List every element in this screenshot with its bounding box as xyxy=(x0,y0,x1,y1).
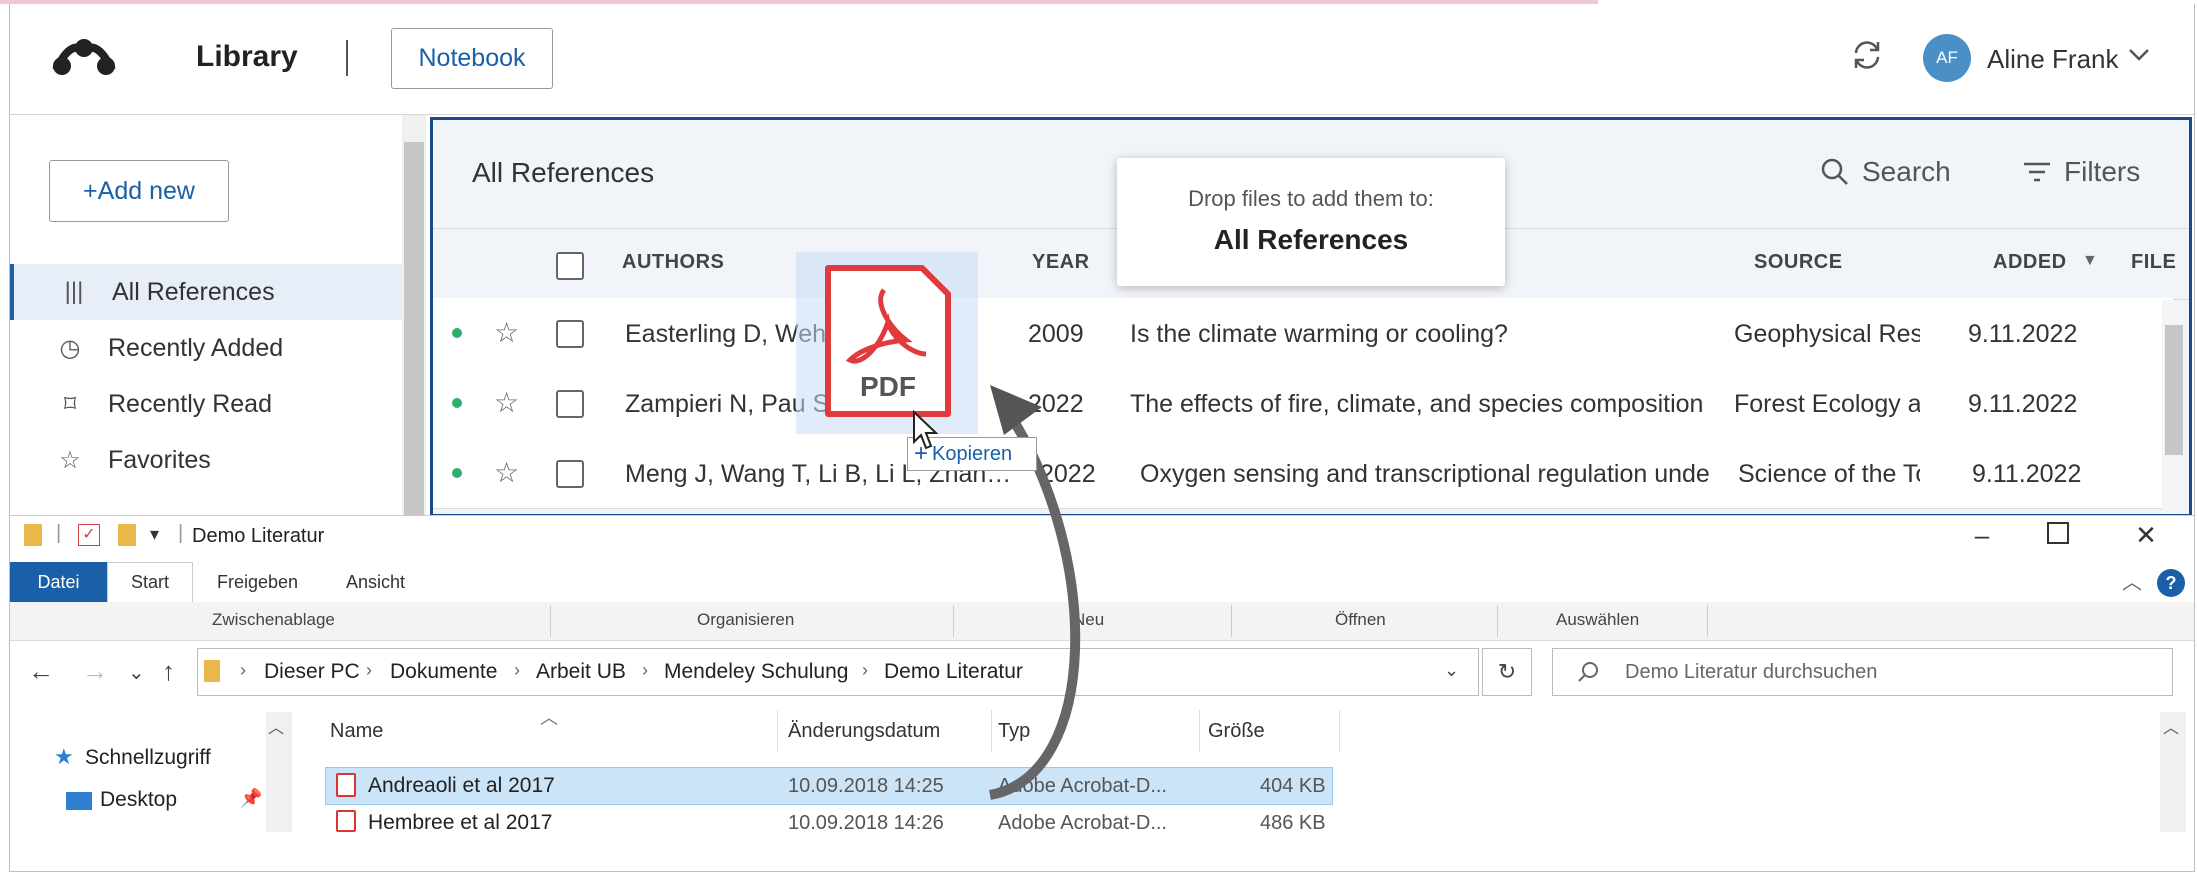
screenshot-frame xyxy=(9,4,2195,872)
